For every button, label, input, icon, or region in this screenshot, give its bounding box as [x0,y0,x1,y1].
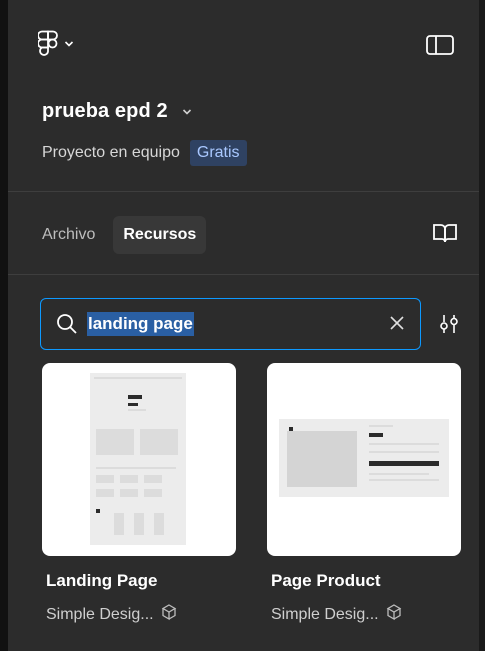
figma-logo-icon [38,30,58,58]
project-meta: Proyecto en equipo Gratis [42,140,247,166]
project-type-label: Proyecto en equipo [42,144,180,161]
thumbnail-line [369,451,439,453]
sidebar-toggle-button[interactable] [425,34,455,61]
thumbnail-block [144,475,162,483]
project-title: prueba epd 2 [42,100,168,122]
thumbnail-block [96,475,114,483]
asset-meta: Simple Desig... [271,603,403,626]
chevron-down-icon [64,40,74,48]
thumbnail-image [287,431,357,487]
sidebar-tabs: Archivo Recursos [42,212,207,258]
asset-card-landing-page[interactable]: Landing Page Simple Desig... [42,363,236,623]
canvas-edge [0,0,8,651]
canvas-edge [479,0,485,651]
asset-author: Simple Desig... [271,605,379,623]
asset-card-page-product[interactable]: Page Product Simple Desig... [267,363,461,623]
main-menu-button[interactable] [38,30,74,58]
thumbnail-line [369,443,439,445]
thumbnail-line [369,425,393,427]
project-switcher[interactable]: prueba epd 2 [42,100,192,123]
asset-author: Simple Desig... [46,605,154,623]
thumbnail-line [369,479,439,481]
thumbnail-block [134,513,144,535]
asset-meta: Simple Desig... [46,603,178,626]
thumbnail-block [96,489,114,497]
search-icon [55,312,79,336]
thumbnail-button [369,461,439,466]
asset-thumbnail [42,363,236,556]
left-sidebar-panel: prueba epd 2 Proyecto en equipo Gratis A… [8,0,479,651]
adjust-filters-icon [438,315,460,339]
asset-thumbnail [267,363,461,556]
thumbnail-line [369,433,383,437]
component-icon [385,603,403,626]
clear-search-button[interactable] [388,314,406,337]
filter-button[interactable] [438,313,460,340]
thumbnail-image [140,429,178,455]
thumbnail-block [144,489,162,497]
search-input[interactable]: landing page [87,312,194,336]
thumbnail-block [114,513,124,535]
thumbnail-image [96,429,134,455]
chevron-down-icon [182,103,192,121]
thumbnail-line [369,473,429,475]
tab-archivo[interactable]: Archivo [42,216,105,254]
thumbnail-line [128,409,146,411]
close-icon [388,316,406,336]
asset-title: Landing Page [46,571,158,590]
divider [8,191,479,192]
book-icon [432,224,458,248]
asset-title: Page Product [271,571,381,590]
thumbnail-block [154,513,164,535]
assets-search-field[interactable]: landing page [40,298,421,350]
tab-recursos[interactable]: Recursos [113,216,207,254]
sidebar-topbar [8,18,479,70]
thumbnail-line [94,377,182,379]
component-icon [160,603,178,626]
sidebar-panel-icon [425,35,455,60]
thumbnail-line [96,467,176,469]
thumbnail-line [128,395,142,399]
thumbnail-block [120,489,138,497]
thumbnail-line [128,403,138,406]
thumbnail-block [120,475,138,483]
plan-badge[interactable]: Gratis [189,140,247,166]
library-button[interactable] [432,222,458,249]
thumbnail-dot [96,509,100,513]
divider [8,274,479,275]
